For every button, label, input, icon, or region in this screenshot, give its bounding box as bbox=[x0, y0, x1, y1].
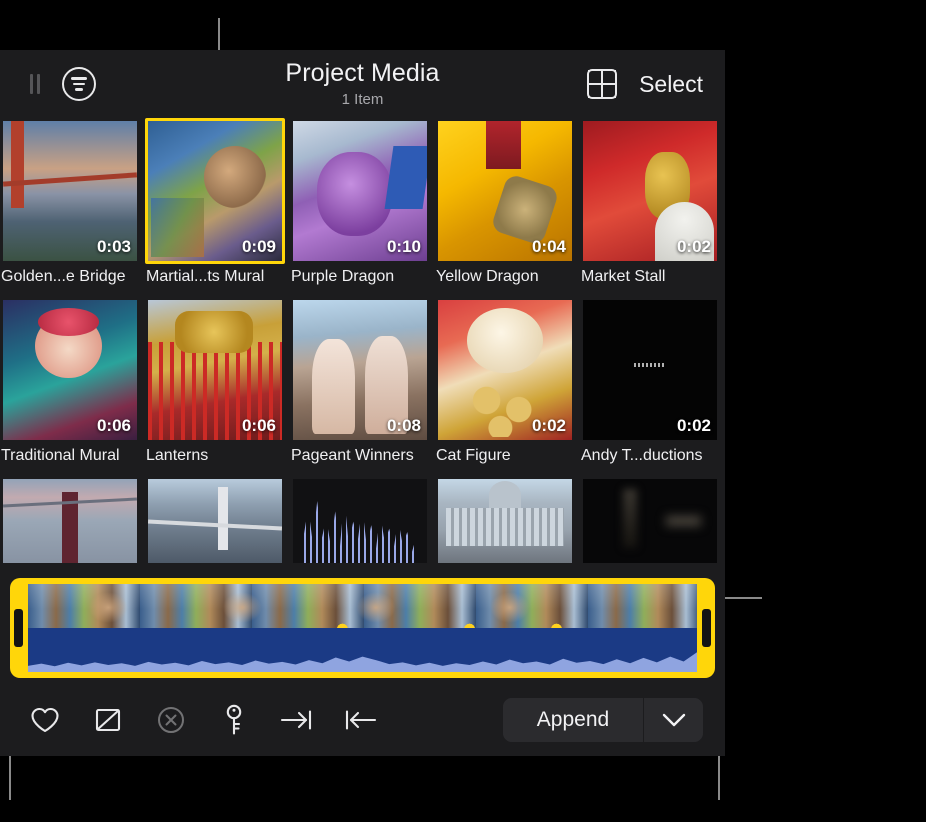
header-left-controls bbox=[0, 67, 96, 101]
media-item[interactable]: 0:10 Purple Dragon bbox=[290, 118, 430, 292]
media-item[interactable]: 0:04 Yellow Dragon bbox=[435, 118, 575, 292]
thumbnail-image: 0:09 bbox=[148, 121, 282, 261]
media-thumbnail[interactable]: 0:04 bbox=[435, 118, 575, 264]
media-item[interactable]: 0:09 Martial...ts Mural bbox=[145, 118, 285, 292]
append-button-group: Append bbox=[503, 698, 703, 742]
clip-tools bbox=[12, 703, 377, 737]
pause-icon[interactable] bbox=[30, 74, 40, 94]
media-item[interactable] bbox=[0, 476, 140, 566]
media-thumbnail[interactable]: 0:06 bbox=[145, 297, 285, 443]
thumbnail-image bbox=[3, 479, 137, 563]
clip-action-toolbar: Append bbox=[0, 684, 725, 756]
reject-icon[interactable] bbox=[91, 703, 125, 737]
media-item[interactable] bbox=[290, 476, 430, 566]
trim-handle-left[interactable] bbox=[14, 609, 23, 647]
media-thumbnail[interactable]: 0:09 bbox=[145, 118, 285, 264]
duration-badge: 0:06 bbox=[242, 416, 276, 436]
thumbnail-image: 0:08 bbox=[293, 300, 427, 440]
media-thumbnail[interactable] bbox=[435, 476, 575, 566]
favorite-heart-icon[interactable] bbox=[28, 703, 62, 737]
thumbnail-image: 0:04 bbox=[438, 121, 572, 261]
media-item-label: Yellow Dragon bbox=[435, 264, 575, 292]
selected-clip-filmstrip[interactable] bbox=[10, 578, 715, 678]
media-grid: 0:03 Golden...e Bridge 0:09 Martial...ts Mu… bbox=[0, 118, 725, 566]
thumbnail-image bbox=[583, 479, 717, 563]
set-range-end-icon[interactable] bbox=[280, 703, 314, 737]
media-item[interactable]: 0:06 Lanterns bbox=[145, 297, 285, 471]
duration-badge: 0:06 bbox=[97, 416, 131, 436]
header-right-controls: Select bbox=[587, 50, 703, 118]
thumbnail-artwork bbox=[583, 479, 717, 563]
filter-circle-icon[interactable] bbox=[62, 67, 96, 101]
media-item-label: Golden...e Bridge bbox=[0, 264, 140, 292]
screenshot-root: Project Media 1 Item Select 0:03 Golden..… bbox=[0, 0, 926, 822]
thumbnail-image bbox=[438, 479, 572, 563]
thumbnail-image: 0:02 bbox=[583, 300, 717, 440]
media-item-label: Martial...ts Mural bbox=[145, 264, 285, 292]
thumbnail-image: 0:10 bbox=[293, 121, 427, 261]
duration-badge: 0:10 bbox=[387, 237, 421, 257]
thumbnail-image: 0:02 bbox=[438, 300, 572, 440]
trim-handle-right[interactable] bbox=[702, 609, 711, 647]
media-item-label: Market Stall bbox=[580, 264, 720, 292]
media-thumbnail[interactable]: 0:02 bbox=[580, 297, 720, 443]
duration-badge: 0:02 bbox=[677, 416, 711, 436]
thumbnail-image bbox=[148, 479, 282, 563]
thumbnail-artwork bbox=[3, 479, 137, 563]
media-item[interactable]: 0:08 Pageant Winners bbox=[290, 297, 430, 471]
media-item-label: Cat Figure bbox=[435, 443, 575, 471]
thumbnail-artwork bbox=[148, 479, 282, 563]
duration-badge: 0:02 bbox=[532, 416, 566, 436]
clip-content bbox=[28, 584, 697, 672]
media-item[interactable]: 0:02 Market Stall bbox=[580, 118, 720, 292]
media-thumbnail[interactable]: 0:02 bbox=[580, 118, 720, 264]
media-thumbnail[interactable]: 0:06 bbox=[0, 297, 140, 443]
duration-badge: 0:09 bbox=[242, 237, 276, 257]
media-thumbnail[interactable] bbox=[145, 476, 285, 566]
project-media-panel: Project Media 1 Item Select 0:03 Golden..… bbox=[0, 50, 725, 756]
thumbnail-artwork bbox=[438, 479, 572, 563]
duration-badge: 0:03 bbox=[97, 237, 131, 257]
media-item[interactable]: 0:06 Traditional Mural bbox=[0, 297, 140, 471]
thumbnail-artwork bbox=[293, 479, 427, 563]
thumbnail-image: 0:03 bbox=[3, 121, 137, 261]
duration-badge: 0:04 bbox=[532, 237, 566, 257]
grid-view-icon[interactable] bbox=[587, 69, 617, 99]
media-item[interactable] bbox=[580, 476, 720, 566]
thumbnail-image bbox=[293, 479, 427, 563]
keyword-key-icon[interactable] bbox=[217, 703, 251, 737]
duration-badge: 0:08 bbox=[387, 416, 421, 436]
media-item[interactable]: 0:02 Andy T...ductions bbox=[580, 297, 720, 471]
set-range-start-icon[interactable] bbox=[343, 703, 377, 737]
media-thumbnail[interactable] bbox=[580, 476, 720, 566]
media-item[interactable] bbox=[145, 476, 285, 566]
media-item-label: Traditional Mural bbox=[0, 443, 140, 471]
append-button[interactable]: Append bbox=[503, 698, 643, 742]
timeline-clip-area bbox=[0, 576, 725, 684]
page-title: Project Media bbox=[285, 60, 439, 88]
item-count: 1 Item bbox=[342, 91, 384, 108]
chevron-down-icon[interactable] bbox=[643, 698, 703, 742]
media-item-label: Lanterns bbox=[145, 443, 285, 471]
media-item[interactable]: 0:02 Cat Figure bbox=[435, 297, 575, 471]
select-button[interactable]: Select bbox=[639, 71, 703, 98]
unrate-circle-x-icon[interactable] bbox=[154, 703, 188, 737]
media-item[interactable]: 0:03 Golden...e Bridge bbox=[0, 118, 140, 292]
media-item-label: Andy T...ductions bbox=[580, 443, 720, 471]
media-item[interactable] bbox=[435, 476, 575, 566]
audio-waveform bbox=[28, 628, 697, 672]
media-item-label: Purple Dragon bbox=[290, 264, 430, 292]
duration-badge: 0:02 bbox=[677, 237, 711, 257]
thumbnail-image: 0:06 bbox=[3, 300, 137, 440]
media-thumbnail[interactable]: 0:03 bbox=[0, 118, 140, 264]
thumbnail-image: 0:02 bbox=[583, 121, 717, 261]
panel-header: Project Media 1 Item Select bbox=[0, 50, 725, 118]
media-thumbnail[interactable] bbox=[0, 476, 140, 566]
media-item-label: Pageant Winners bbox=[290, 443, 430, 471]
media-thumbnail[interactable]: 0:10 bbox=[290, 118, 430, 264]
media-thumbnail[interactable]: 0:08 bbox=[290, 297, 430, 443]
media-thumbnail[interactable]: 0:02 bbox=[435, 297, 575, 443]
media-thumbnail[interactable] bbox=[290, 476, 430, 566]
thumbnail-image: 0:06 bbox=[148, 300, 282, 440]
